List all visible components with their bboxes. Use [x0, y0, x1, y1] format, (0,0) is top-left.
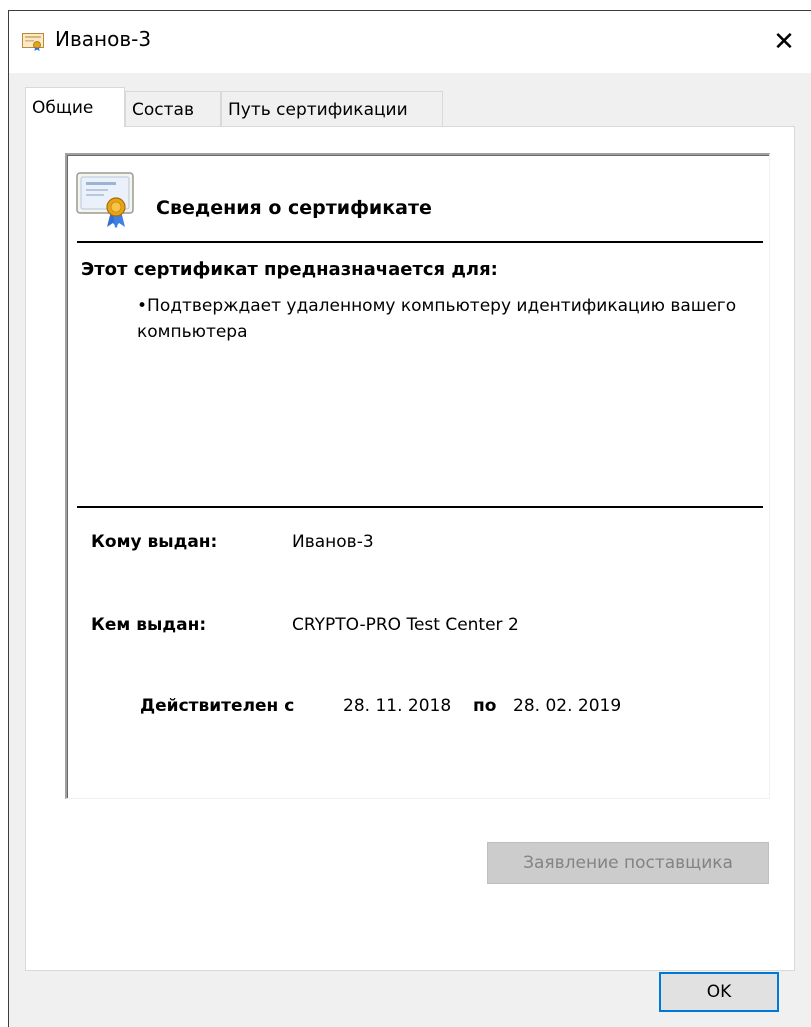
window-title: Иванов-3 [55, 27, 152, 51]
purpose-title: Этот сертификат предназначается для: [81, 259, 498, 280]
certificate-heading: Сведения о сертификате [156, 197, 432, 219]
tab-general-label: Общие [32, 97, 94, 118]
issuer-statement-button[interactable]: Заявление поставщика [487, 842, 769, 884]
title-bar: Иванов-3 ✕ [9, 11, 811, 73]
valid-from-label: Действителен с [140, 696, 295, 716]
issued-to-value: Иванов-3 [292, 532, 374, 552]
tab-certification-path[interactable]: Путь сертификации [221, 91, 443, 127]
background-window-fragment [0, 0, 811, 10]
issued-to-label: Кому выдан: [91, 532, 218, 552]
heading-divider [77, 241, 763, 243]
tab-details-label: Состав [132, 99, 194, 120]
tab-details[interactable]: Состав [125, 91, 221, 127]
valid-to-label: по [473, 696, 497, 716]
issued-by-label: Кем выдан: [91, 615, 207, 635]
screen: Иванов-3 ✕ Общие Состав Путь сертификаци… [0, 0, 811, 1027]
tab-certification-path-label: Путь сертификации [228, 99, 408, 120]
bullet: • [137, 296, 148, 316]
tab-general[interactable]: Общие [25, 87, 125, 127]
certificate-dialog: Иванов-3 ✕ Общие Состав Путь сертификаци… [8, 10, 811, 1027]
valid-to-value: 28. 02. 2019 [513, 696, 622, 716]
purpose-text: Подтверждает удаленному компьютеру идент… [137, 296, 737, 342]
close-icon: ✕ [773, 27, 795, 57]
certificate-info-box: Сведения о сертификате Этот сертификат п… [65, 153, 770, 799]
close-button[interactable]: ✕ [757, 11, 811, 73]
purpose-divider [77, 506, 763, 508]
issued-by-value: CRYPTO-PRO Test Center 2 [292, 615, 519, 635]
certificate-ribbon-icon [75, 171, 139, 229]
valid-from-value: 28. 11. 2018 [343, 696, 452, 716]
ok-button[interactable]: OK [659, 972, 779, 1012]
tab-panel-general: Сведения о сертификате Этот сертификат п… [25, 126, 795, 971]
certificate-icon [22, 33, 44, 51]
purpose-list-item: •Подтверждает удаленному компьютеру иден… [137, 293, 757, 345]
